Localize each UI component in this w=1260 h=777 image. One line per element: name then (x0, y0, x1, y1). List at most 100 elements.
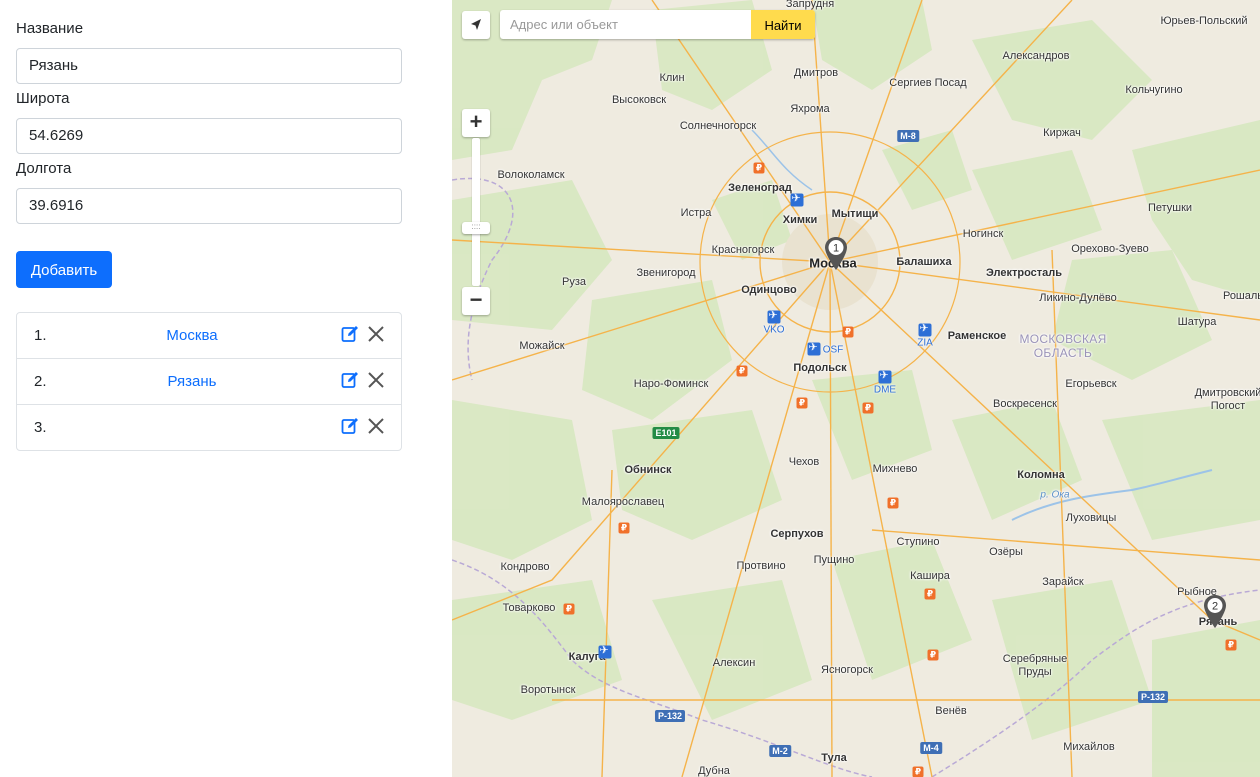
map-label: Солнечногорск (679, 120, 757, 132)
poi-icon: ₽ (842, 326, 854, 338)
map-label: Малоярославец (581, 496, 665, 508)
map-marker-2[interactable]: 2 (1203, 594, 1227, 630)
map-label: Обнинск (624, 464, 672, 476)
map-label: Ясногорск (821, 664, 873, 676)
map-label: Волоколамск (497, 169, 565, 181)
map-label: Руза (562, 276, 586, 288)
poi-icon: ₽ (887, 497, 899, 509)
points-form-panel: Название Рязань Широта 54.6269 Долгота 3… (0, 0, 452, 777)
longitude-label: Долгота (16, 160, 72, 177)
latitude-input[interactable]: 54.6269 (16, 118, 402, 154)
location-arrow-icon (471, 19, 481, 30)
map-search: Адрес или объект Найти (500, 10, 815, 39)
map-label: Воротынск (520, 684, 576, 696)
edit-icon[interactable] (341, 371, 359, 389)
marker-number: 1 (833, 243, 839, 255)
poi-icon: ₽ (862, 402, 874, 414)
airport-code: OSF (822, 344, 844, 356)
item-number: 1. (34, 327, 47, 344)
poi-icon: ₽ (753, 162, 765, 174)
geolocation-button[interactable] (462, 11, 490, 39)
map-label: Петушки (1147, 202, 1193, 214)
zoom-slider-handle[interactable]: :::: (462, 222, 490, 234)
map-label: Сергиев Посад (889, 77, 967, 89)
map-label: Коломна (1017, 469, 1065, 481)
map-label: Мытищи (831, 208, 879, 220)
close-icon[interactable] (366, 324, 386, 344)
list-item: 2. Рязань (17, 358, 401, 404)
map-label: Дубна (698, 765, 730, 777)
edit-icon[interactable] (341, 417, 359, 435)
road-shield: Р-132 (654, 710, 686, 722)
poi-icon: ₽ (1225, 639, 1237, 651)
map[interactable]: Запрудня Юрьев-Польский Александров Клин… (452, 0, 1260, 777)
zoom-slider-track[interactable] (472, 138, 480, 286)
map-label: Серебряные Пруды (1002, 653, 1068, 678)
map-label: Можайск (519, 340, 565, 352)
map-search-button[interactable]: Найти (751, 10, 815, 39)
map-label: Подольск (793, 362, 847, 374)
river-label: р. Ока (1040, 489, 1070, 501)
poi-icon: ₽ (912, 766, 924, 777)
map-label: Тула (821, 752, 847, 764)
zoom-in-button[interactable]: + (462, 109, 490, 137)
zoom-out-button[interactable]: − (462, 287, 490, 315)
map-label: Серпухов (770, 528, 824, 540)
item-name-link[interactable]: Рязань (127, 359, 257, 404)
map-label: Чехов (788, 456, 820, 468)
map-label: Михнево (872, 463, 918, 475)
map-label: Зарайск (1042, 576, 1084, 588)
road-shield: М-8 (897, 130, 919, 142)
map-label: Запрудня (785, 0, 835, 10)
road-shield: E101 (652, 427, 680, 439)
map-label: Александров (1002, 50, 1070, 62)
item-name-link[interactable]: Москва (127, 313, 257, 358)
airport-icon (807, 341, 821, 356)
map-marker-1[interactable]: 1 (824, 236, 848, 272)
map-label: Озёры (989, 546, 1023, 558)
name-label: Название (16, 20, 84, 37)
add-button[interactable]: Добавить (16, 251, 112, 288)
airport-icon (790, 192, 804, 207)
map-label: Луховицы (1065, 512, 1117, 524)
airport-icon (878, 369, 892, 384)
map-label: Орехово-Зуево (1071, 243, 1149, 255)
map-label: Алексин (712, 657, 756, 669)
map-label: Товарково (502, 602, 556, 614)
map-label: Дмитровский Погост (1194, 387, 1260, 412)
map-label: Протвино (736, 560, 786, 572)
map-label: Яхрома (790, 103, 830, 115)
map-label: Кольчугино (1125, 84, 1183, 96)
road-shield: М-2 (769, 745, 791, 757)
map-label: Наро-Фоминск (633, 378, 709, 390)
map-label: Кондрово (500, 561, 550, 573)
map-label: Кашира (910, 570, 950, 582)
road-shield: М-4 (920, 742, 942, 754)
close-icon[interactable] (366, 370, 386, 390)
map-label: Рошаль (1222, 290, 1260, 302)
marker-number: 2 (1212, 601, 1218, 613)
road-shield: Р-132 (1137, 691, 1169, 703)
map-search-input[interactable]: Адрес или объект (500, 10, 750, 39)
map-label: Звенигород (636, 267, 696, 279)
map-label: Киржач (1043, 127, 1081, 139)
poi-icon: ₽ (796, 397, 808, 409)
map-label: Клин (659, 72, 685, 84)
map-label: Одинцово (741, 284, 797, 296)
close-icon[interactable] (366, 416, 386, 436)
map-label: Высоковск (611, 94, 667, 106)
map-label: Ступино (896, 536, 940, 548)
longitude-input[interactable]: 39.6916 (16, 188, 402, 224)
map-label: Егорьевск (1065, 378, 1117, 390)
map-label: Воскресенск (992, 398, 1058, 410)
edit-icon[interactable] (341, 325, 359, 343)
map-label: Истра (680, 207, 712, 219)
map-label: Ногинск (962, 228, 1004, 240)
points-list: 1. Москва 2. Рязань 3. (16, 312, 402, 451)
map-label: Красногорск (711, 244, 775, 256)
map-label: Дмитров (793, 67, 839, 79)
map-label: Юрьев-Польский (1160, 15, 1248, 27)
map-label: Балашиха (896, 256, 952, 268)
name-input[interactable]: Рязань (16, 48, 402, 84)
airport-icon (918, 322, 932, 337)
